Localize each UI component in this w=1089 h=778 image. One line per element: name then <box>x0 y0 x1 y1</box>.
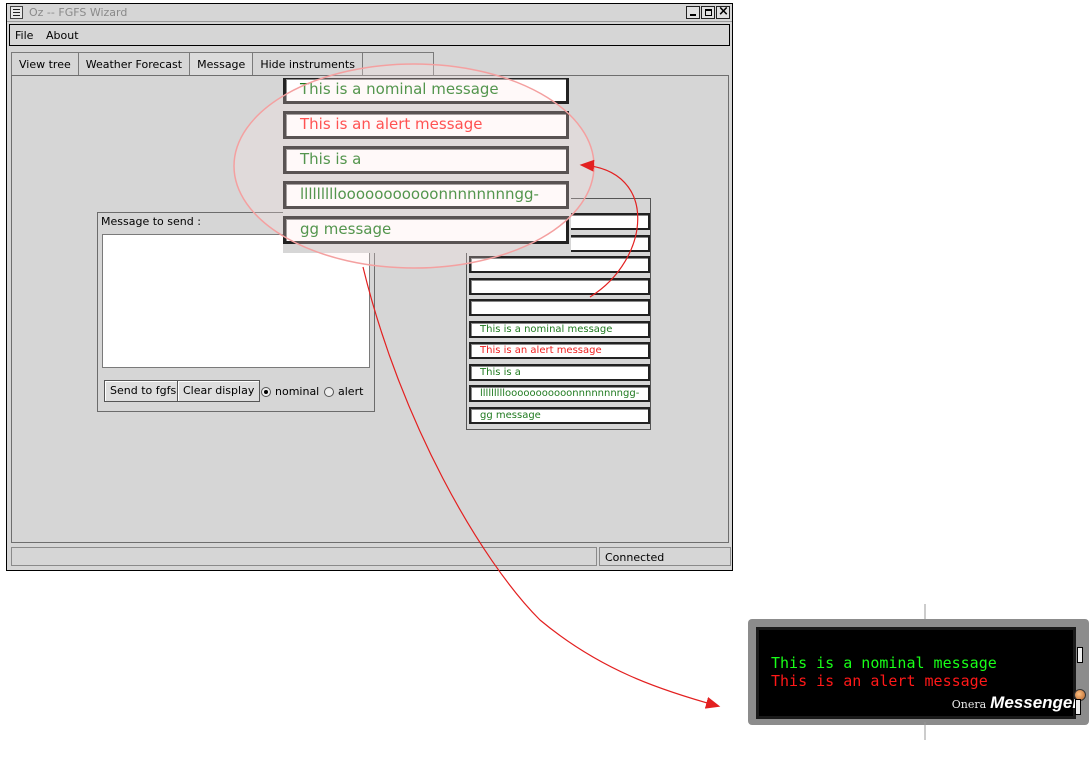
window-title: Oz -- FGFS Wizard <box>29 6 128 19</box>
title-bar[interactable]: Oz -- FGFS Wizard × <box>7 4 732 22</box>
message-to-send-label: Message to send : <box>101 215 201 228</box>
display-slot: This is a <box>469 363 650 381</box>
brand-prefix: Onera <box>951 698 987 711</box>
minimize-icon[interactable] <box>686 6 700 19</box>
maximize-icon[interactable] <box>701 6 715 19</box>
messenger-alert-line: This is an alert message <box>771 672 988 690</box>
tab-message[interactable]: Message <box>189 52 254 76</box>
radio-unselected-icon <box>324 386 334 397</box>
display-slot: lllllllllooooooooooonnnnnnnngg- <box>469 385 650 402</box>
menu-bar: File About <box>9 24 730 46</box>
display-slot <box>469 256 650 273</box>
zoomed-slot: gg message <box>283 216 569 244</box>
radio-selected-icon <box>261 386 271 397</box>
messenger-nominal-line: This is a nominal message <box>771 654 997 672</box>
zoomed-slot: This is a <box>283 146 569 174</box>
tab-weather-forecast[interactable]: Weather Forecast <box>77 52 191 76</box>
clear-display-button[interactable]: Clear display <box>177 380 261 402</box>
send-to-fgfs-button[interactable]: Send to fgfs <box>104 380 183 402</box>
onera-messenger: This is a nominal message This is an ale… <box>748 619 1089 725</box>
tab-hidden[interactable] <box>361 52 434 76</box>
zoomed-slot: This is an alert message <box>283 111 569 139</box>
display-slot: gg message <box>469 406 650 424</box>
display-slot <box>469 299 650 316</box>
display-slot: This is an alert message <box>469 342 650 359</box>
window-menu-icon[interactable] <box>10 6 23 19</box>
messenger-brand: Onera Messenger <box>952 693 1079 713</box>
zoomed-message-view: This is a nominal message This is an aler… <box>283 78 571 253</box>
tab-hide-instruments[interactable]: Hide instruments <box>252 52 363 76</box>
alert-radio-label: alert <box>338 385 364 398</box>
scroll-up-icon[interactable] <box>1077 647 1083 663</box>
nominal-radio[interactable]: nominal <box>261 385 319 398</box>
status-bar <box>11 547 597 566</box>
alert-radio[interactable]: alert <box>324 385 363 398</box>
tab-view-tree[interactable]: View tree <box>11 52 79 76</box>
menu-about[interactable]: About <box>46 29 79 42</box>
nominal-radio-label: nominal <box>275 385 320 398</box>
message-text-area[interactable] <box>102 234 370 368</box>
brand-name: Messenger <box>990 693 1079 712</box>
display-slot: This is a nominal message <box>469 320 650 338</box>
tab-bar: View tree Weather Forecast Message Hide … <box>11 52 434 76</box>
display-slot <box>469 277 650 295</box>
menu-file[interactable]: File <box>15 29 33 42</box>
scroll-down-icon[interactable] <box>1075 699 1081 715</box>
close-icon[interactable]: × <box>716 4 730 19</box>
zoomed-slot: This is a nominal message <box>283 78 569 104</box>
zoomed-slot: lllllllllooooooooooonnnnnnnngg- <box>283 181 569 209</box>
connection-status: Connected <box>599 547 731 566</box>
